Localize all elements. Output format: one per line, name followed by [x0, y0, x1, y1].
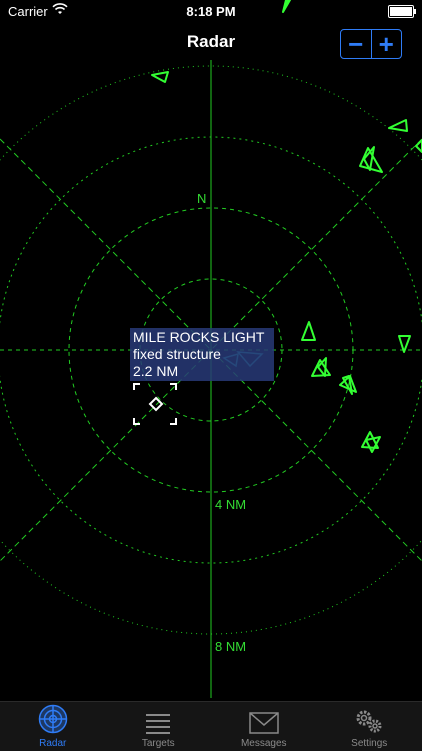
- vessel-target-icon[interactable]: [389, 120, 407, 131]
- vessel-target-icon[interactable]: [366, 437, 380, 452]
- vessel-target-icon[interactable]: [152, 72, 168, 82]
- tab-settings[interactable]: Settings: [317, 702, 422, 751]
- tab-label: Messages: [241, 738, 287, 749]
- tab-bar: Radar Targets Messages Settings: [0, 701, 422, 751]
- target-info-label[interactable]: MILE ROCKS LIGHT fixed structure 2.2 NM: [130, 328, 274, 381]
- tab-label: Targets: [142, 738, 175, 749]
- tab-targets[interactable]: Targets: [106, 702, 212, 751]
- target-type: fixed structure: [133, 346, 271, 363]
- targets: [152, 0, 422, 452]
- radar-icon: [38, 704, 68, 734]
- clock: 8:18 PM: [0, 4, 422, 19]
- north-label: N: [197, 191, 206, 206]
- gears-icon: [354, 708, 384, 734]
- list-icon: [144, 712, 172, 734]
- tab-radar[interactable]: Radar: [0, 702, 106, 751]
- tab-messages[interactable]: Messages: [211, 702, 317, 751]
- zoom-out-button[interactable]: −: [341, 30, 371, 58]
- target-name: MILE ROCKS LIGHT: [133, 329, 271, 346]
- ring-label-4nm: 4 NM: [215, 497, 246, 512]
- fixed-structure-icon[interactable]: [150, 398, 162, 410]
- vessel-target-icon[interactable]: [416, 140, 422, 152]
- battery-icon: [388, 5, 414, 18]
- selection-brackets: [134, 384, 176, 424]
- status-bar: Carrier 8:18 PM: [0, 0, 422, 24]
- ring-label-8nm: 8 NM: [215, 639, 246, 654]
- envelope-icon: [249, 712, 279, 734]
- tab-label: Settings: [351, 738, 387, 749]
- target-range: 2.2 NM: [133, 363, 271, 380]
- zoom-in-button[interactable]: +: [371, 30, 402, 58]
- tab-label: Radar: [39, 738, 66, 749]
- vessel-target-icon[interactable]: [302, 322, 315, 340]
- zoom-control: − +: [340, 29, 402, 59]
